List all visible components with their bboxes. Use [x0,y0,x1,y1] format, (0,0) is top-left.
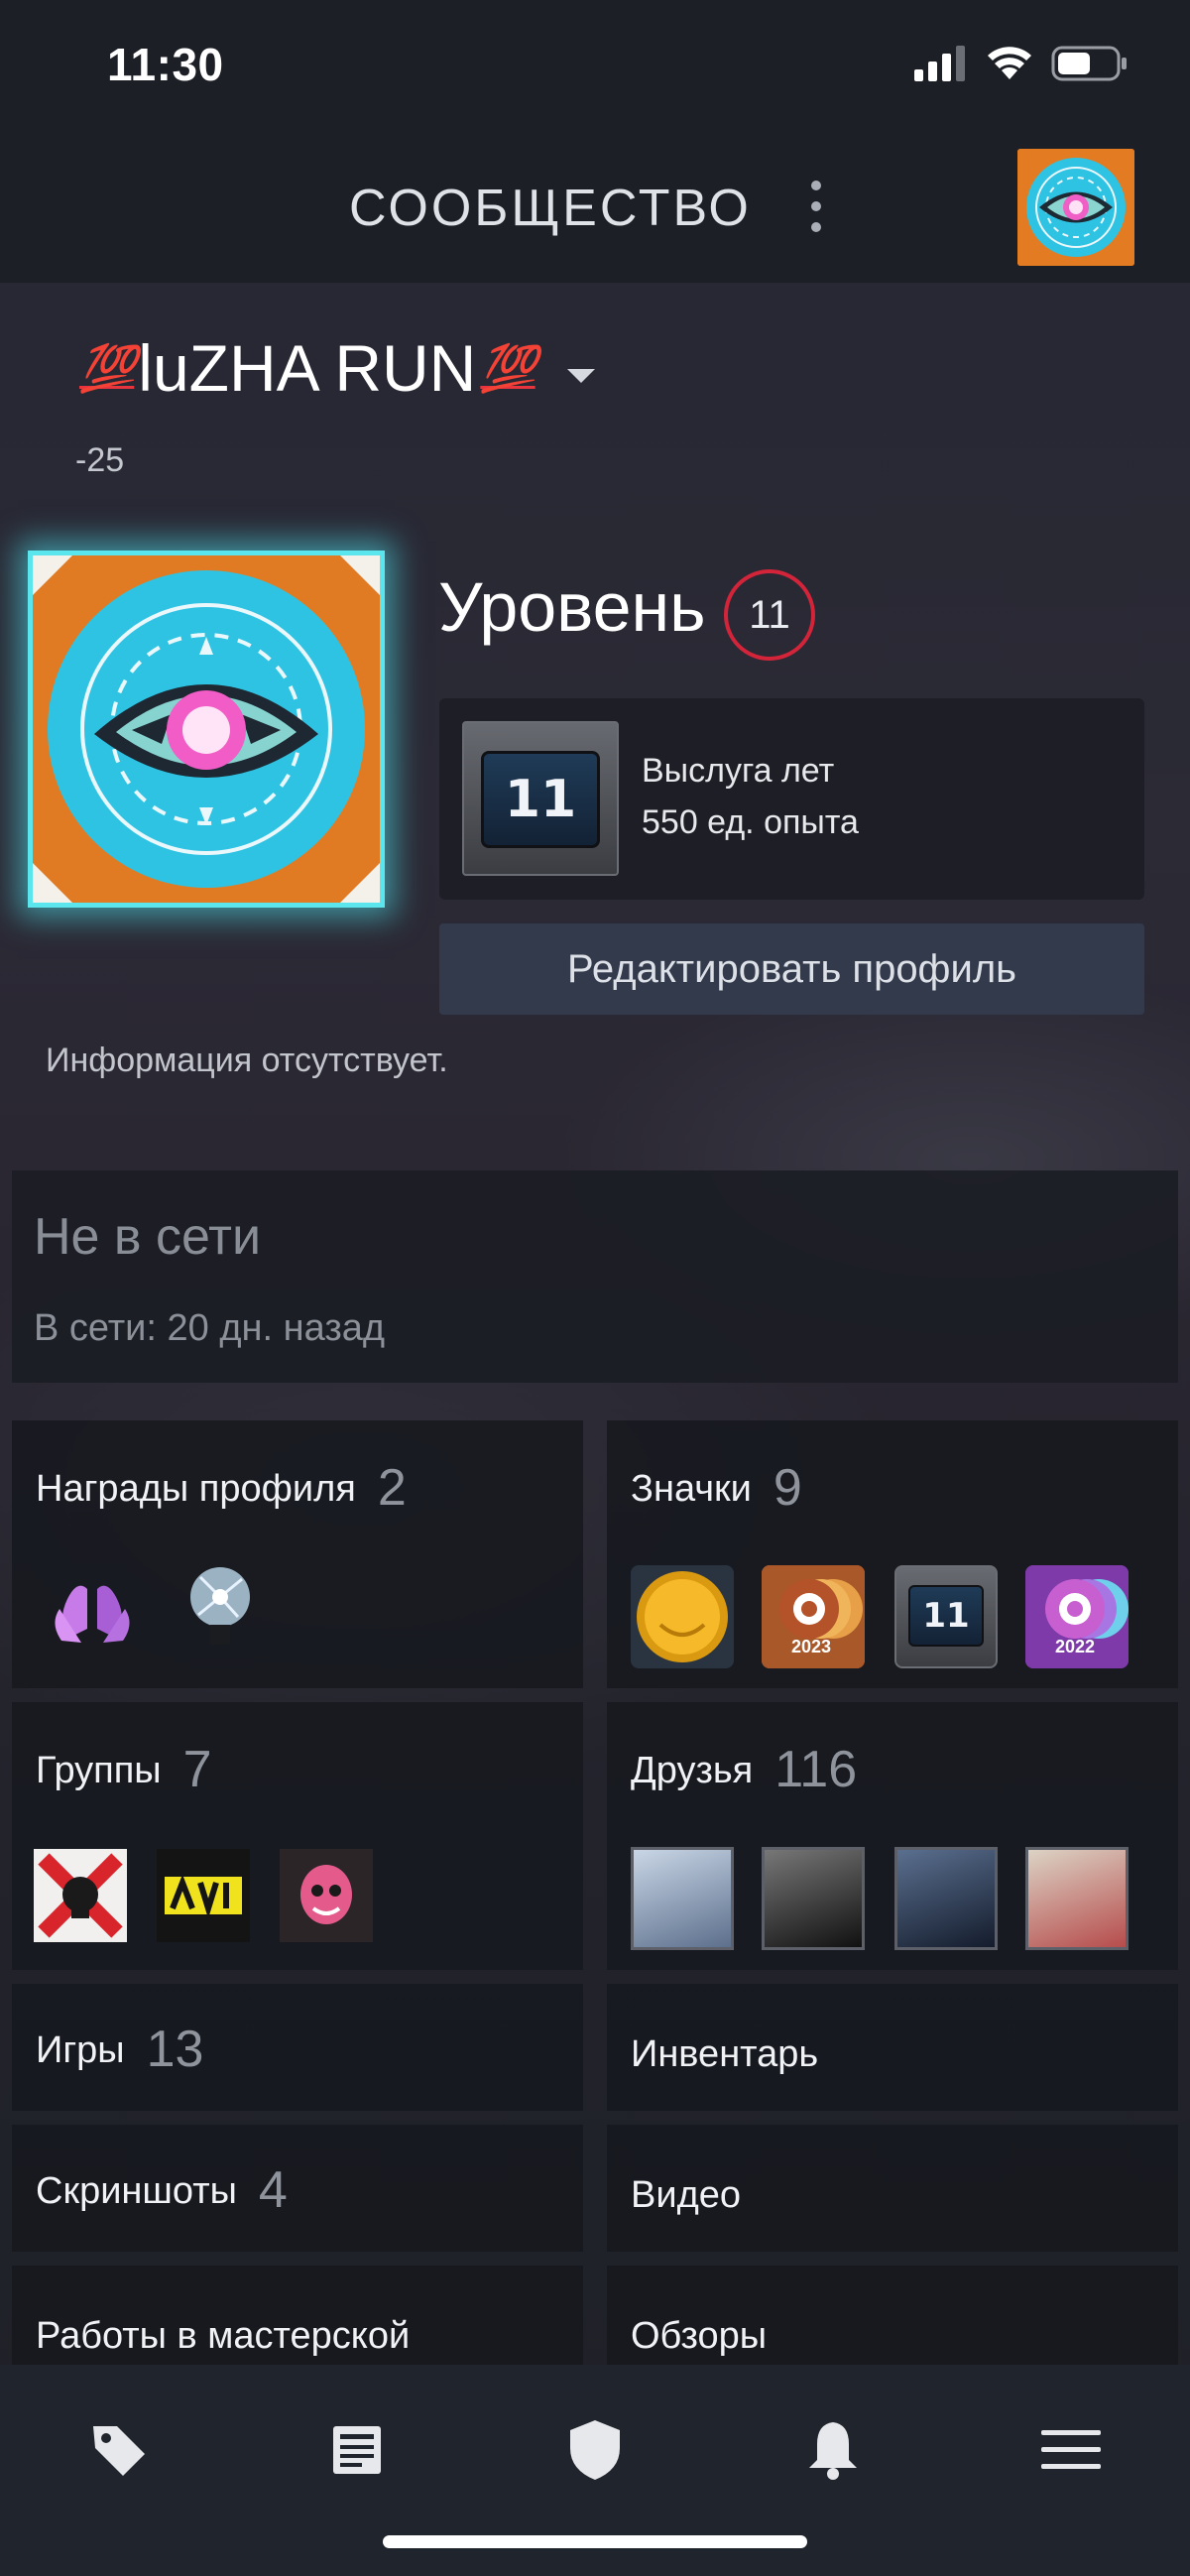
groups-tile[interactable]: Группы 7 [12,1702,583,1970]
tile-label: Награды профиля [36,1468,356,1510]
badge-year: 2022 [1055,1637,1096,1656]
group-avatar[interactable] [157,1849,250,1942]
tile-label: Видео [631,2174,742,2216]
friend-avatar[interactable] [631,1847,734,1950]
hundred-emoji-icon: 💯 [480,342,536,394]
tile-count: 2 [377,1459,407,1517]
tile-label: Группы [36,1750,162,1791]
online-status: Не в сети [34,1208,262,1266]
kebab-menu-icon[interactable] [801,177,831,234]
plasma-ball-icon [190,1567,250,1645]
status-time: 11:30 [107,39,224,90]
battery-icon [1051,46,1127,81]
years-of-service-badge: 11 [462,721,619,876]
navi-logo-icon [157,1849,250,1942]
badge-steam-2022[interactable]: 2022 [1025,1565,1129,1668]
tile-count: 9 [773,1459,802,1517]
badge-number: 11 [908,1585,984,1647]
videos-tile[interactable]: Видео [607,2125,1178,2252]
level-badge: 11 [724,569,815,661]
group-avatar[interactable] [280,1849,373,1942]
wifi-icon [988,47,1031,79]
profile-name-row[interactable]: 💯 luZHA RUN 💯 [75,335,595,401]
tile-count: 116 [774,1741,858,1798]
profile-awards-tile[interactable]: Награды профиля 2 [12,1420,583,1688]
shield-icon[interactable] [555,2410,635,2490]
profile-info: Информация отсутствует. [46,1042,448,1079]
hundred-emoji-icon: 💯 [79,342,136,394]
tile-label: Друзья [631,1750,754,1791]
news-icon[interactable] [317,2410,397,2490]
tile-label: Игры [36,2029,125,2071]
tile-label: Значки [631,1468,752,1510]
tile-label: Инвентарь [631,2033,819,2075]
page-title: СООБЩЕСТВО [349,180,752,237]
skull-cross-icon [34,1849,127,1942]
hamburger-menu-icon[interactable] [1031,2410,1111,2490]
online-status-panel [12,1170,1178,1383]
gold-coin-icon [637,1571,728,1662]
xp-badge-title: Выслуга лет [642,752,835,790]
bell-icon[interactable] [793,2410,873,2490]
friend-avatar[interactable] [894,1847,998,1950]
edit-profile-button[interactable]: Редактировать профиль [439,923,1144,1015]
badge-years-of-service[interactable]: 11 [894,1565,998,1668]
xp-amount: 550 ед. опыта [642,803,859,841]
badge-year: 2023 [791,1637,832,1656]
friend-avatar[interactable] [762,1847,865,1950]
home-indicator[interactable] [383,2535,807,2548]
clown-mask-icon [280,1849,373,1942]
games-tile[interactable]: Игры 13 [12,1984,583,2111]
tile-count: 4 [258,2161,288,2219]
level-label: Уровень [438,568,706,646]
profile-subtitle: -25 [75,441,125,479]
inventory-tile[interactable]: Инвентарь [607,1984,1178,2111]
avatar[interactable] [28,551,385,908]
avatar-eye-icon [33,555,380,903]
avatar-eye-icon [1017,149,1134,266]
tag-icon[interactable] [79,2410,159,2490]
tile-label: Работы в мастерской [36,2315,411,2357]
badges-tile[interactable]: Значки 9 2023 11 2022 [607,1420,1178,1688]
friend-avatar[interactable] [1025,1847,1129,1950]
chevron-down-icon[interactable] [566,369,595,383]
tile-count: 7 [182,1741,212,1798]
praying-hands-icon [55,1585,130,1643]
group-avatar[interactable] [34,1849,127,1942]
last-online: В сети: 20 дн. назад [34,1307,386,1349]
friends-tile[interactable]: Друзья 116 [607,1702,1178,1970]
tile-label: Скриншоты [36,2170,237,2212]
tile-label: Обзоры [631,2315,768,2357]
years-badge-number: 11 [481,751,600,848]
header-avatar[interactable] [1017,149,1134,266]
tile-count: 13 [146,2021,204,2078]
badge-steam-2023[interactable]: 2023 [762,1565,865,1668]
signal-icon [914,46,965,81]
badge-gold-coin[interactable] [631,1565,734,1668]
screenshots-tile[interactable]: Скриншоты 4 [12,2125,583,2252]
profile-name: luZHA RUN [138,331,477,405]
